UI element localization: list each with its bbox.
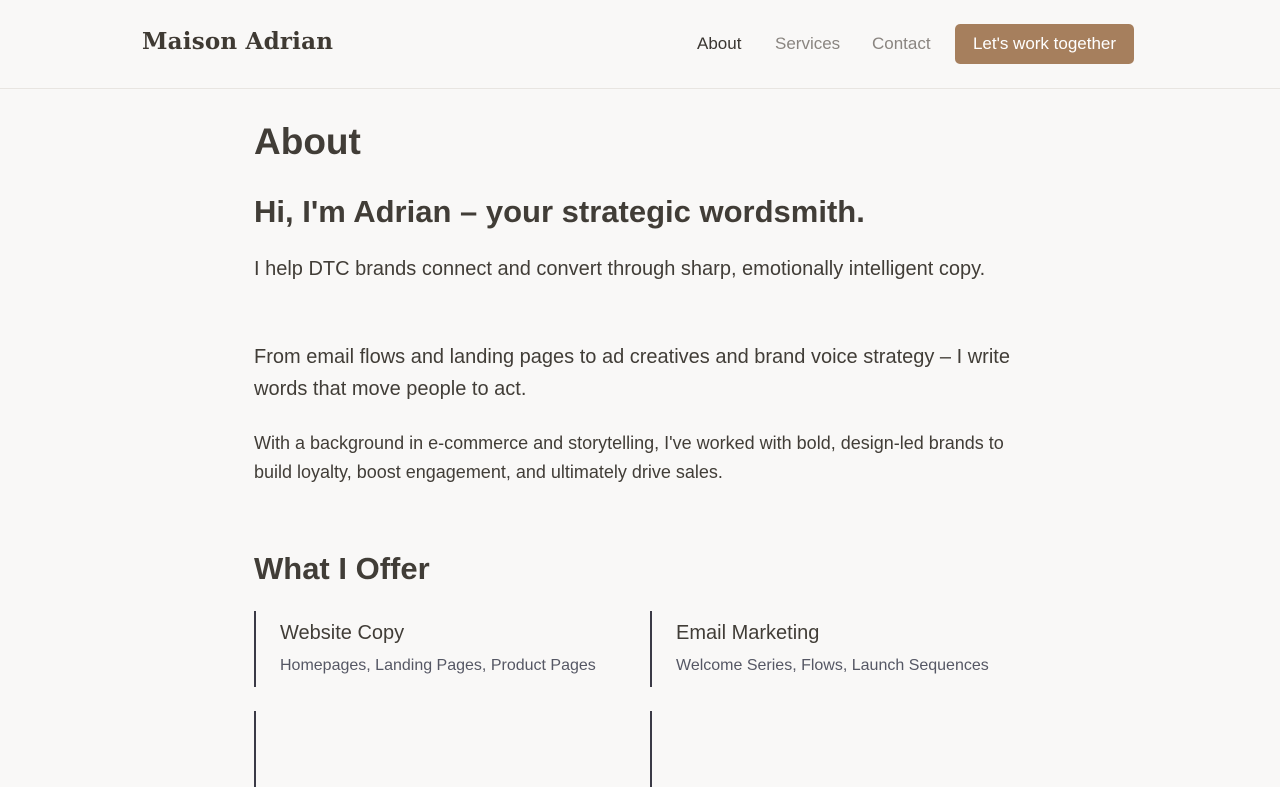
offer-card-title: Website Copy [280, 622, 405, 644]
offer-card-4 [650, 711, 1030, 787]
site-header: Maison Adrian About Services Contact Let… [0, 0, 1280, 89]
about-headline: Hi, I'm Adrian – your strategic wordsmit… [254, 194, 865, 229]
offer-card-title: Email Marketing [676, 622, 820, 644]
offer-card-email-marketing: Email Marketing Welcome Series, Flows, L… [650, 611, 1030, 687]
about-paragraph-2: From email flows and landing pages to ad… [254, 346, 1010, 400]
page-title: About [254, 121, 361, 162]
offer-card-description: Homepages, Landing Pages, Product Pages [280, 657, 596, 674]
offer-card-3 [254, 711, 634, 787]
offer-card-website-copy: Website Copy Homepages, Landing Pages, P… [254, 611, 634, 687]
brand-logo[interactable]: Maison Adrian [142, 28, 333, 55]
about-paragraph-1: I help DTC brands connect and convert th… [254, 258, 986, 280]
nav-link-services[interactable]: Services [775, 34, 840, 54]
nav-link-about[interactable]: About [697, 34, 741, 54]
offer-section-title: What I Offer [254, 551, 430, 586]
about-paragraph-3: With a background in e-commerce and stor… [254, 433, 1004, 482]
work-together-button[interactable]: Let's work together [955, 24, 1134, 64]
offer-card-description: Welcome Series, Flows, Launch Sequences [676, 657, 989, 674]
nav-link-contact[interactable]: Contact [872, 34, 931, 54]
